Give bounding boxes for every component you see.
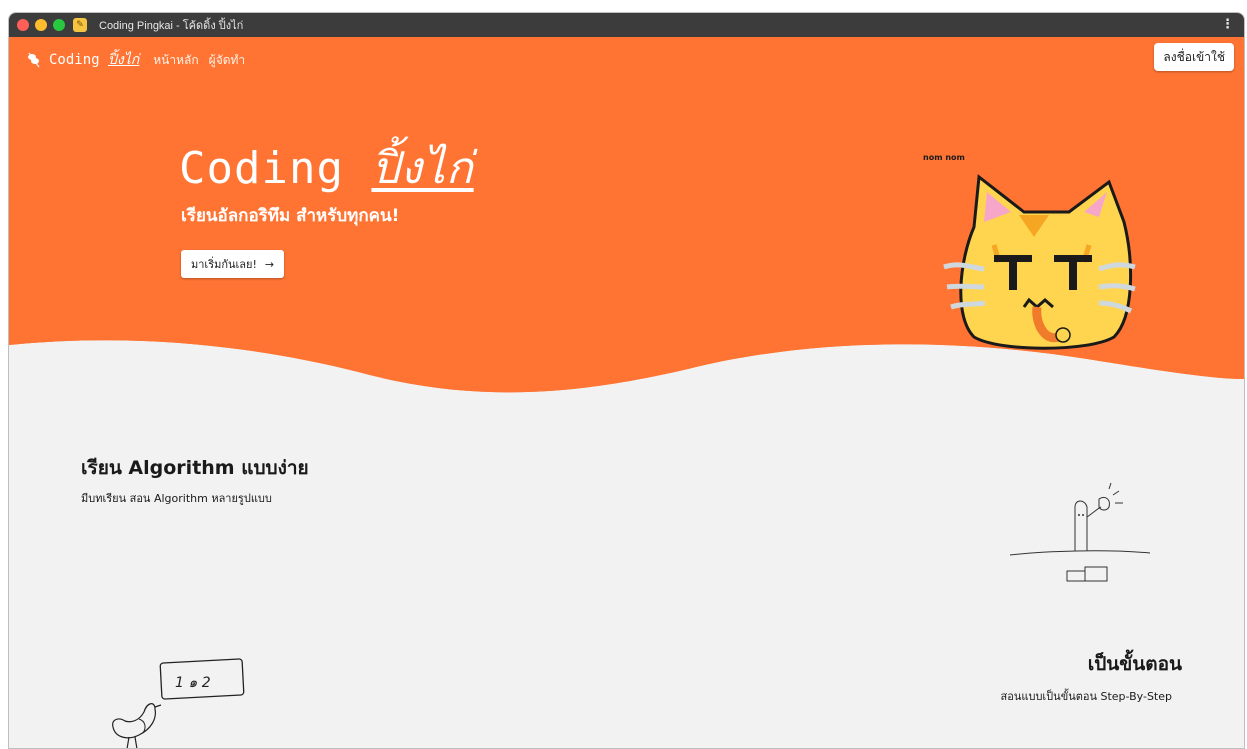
section-step-title: เป็นขั้นตอน [1087, 653, 1182, 675]
get-started-label: มาเริ่มกันเลย! [191, 258, 257, 271]
maximize-window-button[interactable] [53, 19, 65, 31]
kebab-menu-icon[interactable]: ⋮ [1221, 17, 1234, 32]
top-navbar: Coding ปิ้งไก่ หน้าหลัก ผู้จัดทำ ลงชื่อเ… [9, 37, 1244, 83]
hero-title: Coding ปิ้งไก่ [179, 143, 474, 194]
section-algorithm-title: เรียน Algorithm แบบง่าย [81, 457, 309, 479]
nav-link-home[interactable]: หน้าหลัก [153, 51, 198, 70]
browser-window: ✎ Coding Pingkai - โค้ดดิ้ง ปิ้งไก่ ⋮ Co… [8, 12, 1245, 749]
hero-subtitle: เรียนอัลกอริทึม สำหรับทุกคน! [181, 206, 400, 226]
chicken-board-sketch-icon: 1 ๑ 2 [112, 658, 245, 748]
nav-brand[interactable]: Coding ปิ้งไก่ [49, 49, 139, 71]
close-window-button[interactable] [17, 19, 29, 31]
title-bar: ✎ Coding Pingkai - โค้ดดิ้ง ปิ้งไก่ ⋮ [9, 13, 1244, 37]
get-started-button[interactable]: มาเริ่มกันเลย! → [181, 250, 285, 278]
minimize-window-button[interactable] [35, 19, 47, 31]
arrow-right-icon: → [264, 257, 275, 271]
nav-link-creators[interactable]: ผู้จัดทำ [209, 51, 246, 70]
cat-mascot-icon [943, 174, 1136, 350]
cat-caption: nom nom [923, 153, 965, 162]
chicken-favicon-icon: ✎ [73, 18, 87, 32]
section-step-text: สอนแบบเป็นขั้นตอน Step-By-Step [1000, 690, 1172, 703]
skewer-logo-icon[interactable] [23, 49, 45, 71]
login-button[interactable]: ลงชื่อเข้าใช้ [1154, 43, 1234, 71]
grill-sketch-icon [1009, 482, 1151, 582]
page-content: Coding ปิ้งไก่ หน้าหลัก ผู้จัดทำ ลงชื่อเ… [9, 37, 1244, 748]
window-title: Coding Pingkai - โค้ดดิ้ง ปิ้งไก่ [99, 20, 244, 32]
section-algorithm-text: มีบทเรียน สอน Algorithm หลายรูปแบบ [81, 492, 272, 505]
board-sketch-text: 1 ๑ 2 [175, 675, 211, 691]
